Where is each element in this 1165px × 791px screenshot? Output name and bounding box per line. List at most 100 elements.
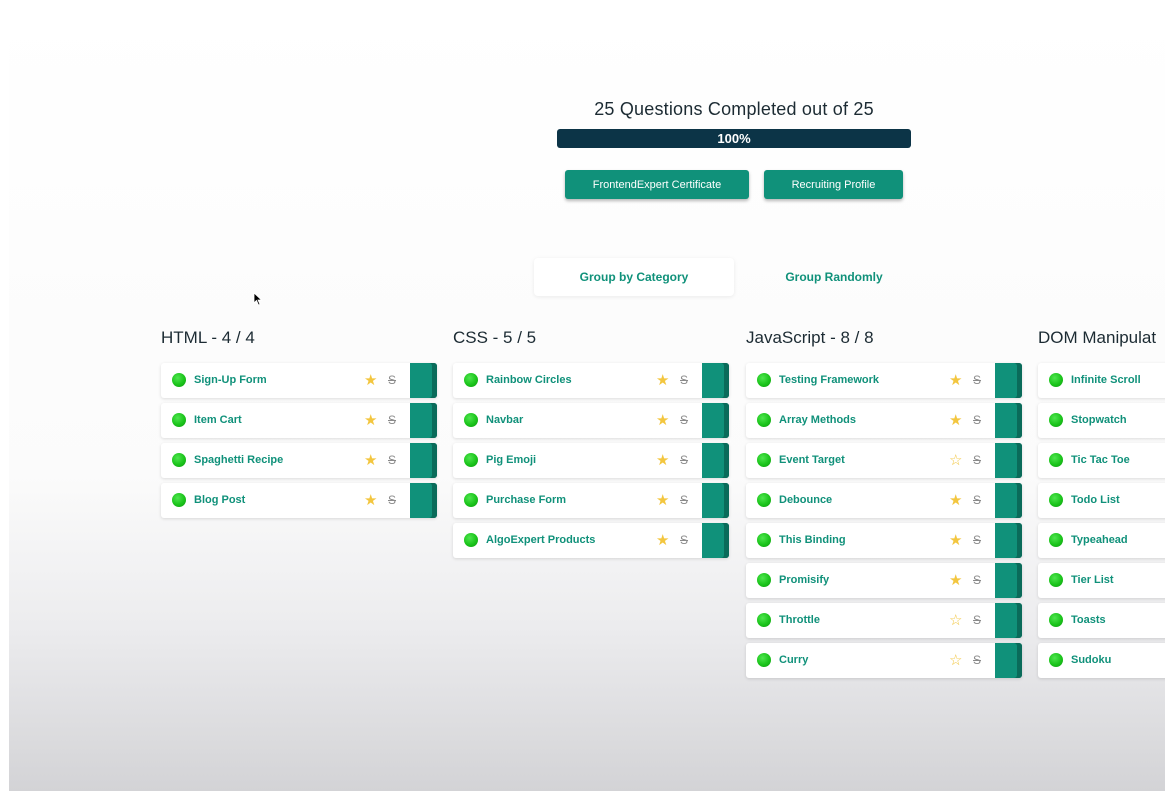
strikethrough-icon[interactable]: S bbox=[680, 403, 688, 438]
question-open-tab[interactable] bbox=[995, 643, 1022, 678]
question-name[interactable]: Array Methods bbox=[779, 403, 856, 438]
question-open-tab[interactable] bbox=[410, 483, 437, 518]
star-icon[interactable]: ★ bbox=[656, 403, 669, 438]
question-name[interactable]: Item Cart bbox=[194, 403, 242, 438]
strikethrough-icon[interactable]: S bbox=[680, 363, 688, 398]
question-open-tab[interactable] bbox=[995, 483, 1022, 518]
question-name[interactable]: Testing Framework bbox=[779, 363, 879, 398]
question-open-tab[interactable] bbox=[410, 443, 437, 478]
question-name[interactable]: Typeahead bbox=[1071, 523, 1128, 558]
group-randomly-tab[interactable]: Group Randomly bbox=[734, 258, 934, 296]
strikethrough-icon[interactable]: S bbox=[680, 523, 688, 558]
star-icon[interactable]: ★ bbox=[656, 483, 669, 518]
question-open-tab[interactable] bbox=[702, 363, 729, 398]
strikethrough-icon[interactable]: S bbox=[388, 403, 396, 438]
question-row[interactable]: Promisify ★ S bbox=[746, 563, 1022, 598]
star-icon[interactable]: ★ bbox=[949, 523, 962, 558]
question-row[interactable]: Todo List bbox=[1038, 483, 1165, 518]
strikethrough-icon[interactable]: S bbox=[973, 563, 981, 598]
question-name[interactable]: Promisify bbox=[779, 563, 829, 598]
question-open-tab[interactable] bbox=[995, 563, 1022, 598]
question-open-tab[interactable] bbox=[410, 403, 437, 438]
question-row[interactable]: Rainbow Circles ★ S bbox=[453, 363, 729, 398]
question-row[interactable]: Sign-Up Form ★ S bbox=[161, 363, 437, 398]
question-name[interactable]: Debounce bbox=[779, 483, 832, 518]
star-icon[interactable]: ★ bbox=[949, 563, 962, 598]
question-row[interactable]: Typeahead bbox=[1038, 523, 1165, 558]
question-row[interactable]: Array Methods ★ S bbox=[746, 403, 1022, 438]
question-row[interactable]: Sudoku bbox=[1038, 643, 1165, 678]
question-name[interactable]: Throttle bbox=[779, 603, 820, 638]
question-name[interactable]: Sign-Up Form bbox=[194, 363, 267, 398]
star-icon[interactable]: ★ bbox=[656, 443, 669, 478]
star-icon[interactable]: ★ bbox=[656, 523, 669, 558]
question-row[interactable]: Stopwatch bbox=[1038, 403, 1165, 438]
question-row[interactable]: Pig Emoji ★ S bbox=[453, 443, 729, 478]
question-name[interactable]: Infinite Scroll bbox=[1071, 363, 1141, 398]
recruiting-profile-button[interactable]: Recruiting Profile bbox=[764, 170, 903, 199]
question-name[interactable]: Blog Post bbox=[194, 483, 245, 518]
question-name[interactable]: Rainbow Circles bbox=[486, 363, 572, 398]
question-open-tab[interactable] bbox=[702, 483, 729, 518]
star-icon[interactable]: ★ bbox=[364, 443, 377, 478]
question-name[interactable]: Tic Tac Toe bbox=[1071, 443, 1130, 478]
star-icon[interactable]: ★ bbox=[949, 363, 962, 398]
star-icon[interactable]: ★ bbox=[949, 483, 962, 518]
question-open-tab[interactable] bbox=[995, 403, 1022, 438]
question-row[interactable]: Tier List bbox=[1038, 563, 1165, 598]
question-name[interactable]: Spaghetti Recipe bbox=[194, 443, 283, 478]
question-name[interactable]: Stopwatch bbox=[1071, 403, 1127, 438]
question-row[interactable]: Spaghetti Recipe ★ S bbox=[161, 443, 437, 478]
question-open-tab[interactable] bbox=[995, 363, 1022, 398]
strikethrough-icon[interactable]: S bbox=[973, 483, 981, 518]
question-name[interactable]: Todo List bbox=[1071, 483, 1120, 518]
question-open-tab[interactable] bbox=[995, 443, 1022, 478]
frontendexpert-certificate-button[interactable]: FrontendExpert Certificate bbox=[565, 170, 749, 199]
question-row[interactable]: AlgoExpert Products ★ S bbox=[453, 523, 729, 558]
star-icon[interactable]: ★ bbox=[364, 363, 377, 398]
strikethrough-icon[interactable]: S bbox=[973, 403, 981, 438]
star-icon[interactable]: ★ bbox=[364, 403, 377, 438]
question-row[interactable]: Curry ☆ S bbox=[746, 643, 1022, 678]
question-row[interactable]: Blog Post ★ S bbox=[161, 483, 437, 518]
strikethrough-icon[interactable]: S bbox=[973, 603, 981, 638]
question-row[interactable]: Infinite Scroll bbox=[1038, 363, 1165, 398]
question-name[interactable]: AlgoExpert Products bbox=[486, 523, 595, 558]
question-name[interactable]: This Binding bbox=[779, 523, 846, 558]
question-row[interactable]: Purchase Form ★ S bbox=[453, 483, 729, 518]
strikethrough-icon[interactable]: S bbox=[680, 443, 688, 478]
question-name[interactable]: Sudoku bbox=[1071, 643, 1111, 678]
star-icon[interactable]: ☆ bbox=[949, 643, 962, 678]
question-name[interactable]: Purchase Form bbox=[486, 483, 566, 518]
group-by-category-tab[interactable]: Group by Category bbox=[534, 258, 734, 296]
question-name[interactable]: Navbar bbox=[486, 403, 523, 438]
question-row[interactable]: Throttle ☆ S bbox=[746, 603, 1022, 638]
star-icon[interactable]: ★ bbox=[656, 363, 669, 398]
question-open-tab[interactable] bbox=[410, 363, 437, 398]
star-icon[interactable]: ★ bbox=[364, 483, 377, 518]
strikethrough-icon[interactable]: S bbox=[973, 363, 981, 398]
question-name[interactable]: Curry bbox=[779, 643, 808, 678]
question-open-tab[interactable] bbox=[702, 443, 729, 478]
question-open-tab[interactable] bbox=[702, 403, 729, 438]
question-row[interactable]: Tic Tac Toe bbox=[1038, 443, 1165, 478]
question-row[interactable]: Navbar ★ S bbox=[453, 403, 729, 438]
question-name[interactable]: Toasts bbox=[1071, 603, 1106, 638]
question-row[interactable]: Testing Framework ★ S bbox=[746, 363, 1022, 398]
strikethrough-icon[interactable]: S bbox=[973, 643, 981, 678]
question-row[interactable]: Event Target ☆ S bbox=[746, 443, 1022, 478]
question-open-tab[interactable] bbox=[995, 523, 1022, 558]
question-name[interactable]: Event Target bbox=[779, 443, 845, 478]
star-icon[interactable]: ☆ bbox=[949, 443, 962, 478]
strikethrough-icon[interactable]: S bbox=[388, 443, 396, 478]
strikethrough-icon[interactable]: S bbox=[388, 483, 396, 518]
question-open-tab[interactable] bbox=[702, 523, 729, 558]
strikethrough-icon[interactable]: S bbox=[973, 443, 981, 478]
question-row[interactable]: Item Cart ★ S bbox=[161, 403, 437, 438]
star-icon[interactable]: ★ bbox=[949, 403, 962, 438]
question-row[interactable]: Debounce ★ S bbox=[746, 483, 1022, 518]
strikethrough-icon[interactable]: S bbox=[680, 483, 688, 518]
star-icon[interactable]: ☆ bbox=[949, 603, 962, 638]
question-name[interactable]: Tier List bbox=[1071, 563, 1114, 598]
question-row[interactable]: This Binding ★ S bbox=[746, 523, 1022, 558]
